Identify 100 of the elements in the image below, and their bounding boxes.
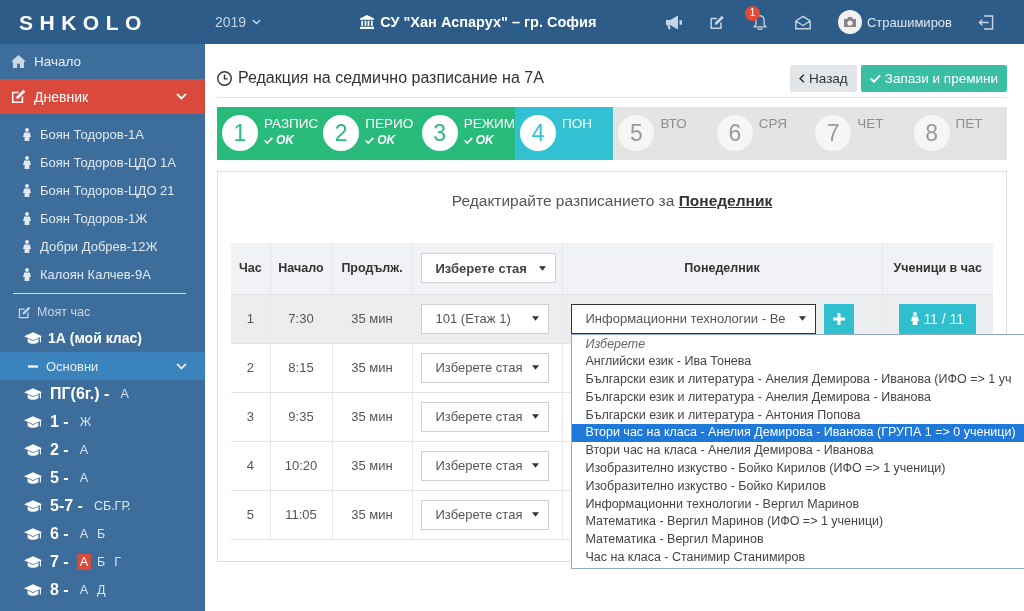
- school-name: СУ "Хан Аспарух" – гр. София: [380, 14, 597, 30]
- table-cell: 7:30: [270, 294, 332, 343]
- table-cell: 35 мин: [332, 490, 412, 539]
- user-name[interactable]: Страшимиров: [866, 14, 952, 30]
- check-icon: [264, 136, 273, 144]
- step-label: ПЕРИО: [365, 116, 414, 132]
- graduation-cap-icon: [24, 499, 42, 513]
- grade-label: 1 -: [50, 413, 69, 431]
- wizard-step[interactable]: 7 ЧЕТ: [810, 107, 909, 160]
- table-cell: 9:35: [270, 392, 332, 441]
- class-link[interactable]: СБ.ГР.: [90, 498, 134, 514]
- envelope-icon[interactable]: [794, 14, 811, 30]
- logo[interactable]: SHKOLO: [19, 11, 148, 33]
- dropdown-option[interactable]: Час на класа - Станимир Станимиров: [571, 549, 1024, 567]
- class-link[interactable]: Г: [111, 554, 124, 570]
- class-link[interactable]: А: [76, 526, 91, 542]
- caret-icon: [531, 512, 539, 517]
- class-link[interactable]: Б: [94, 554, 109, 570]
- dropdown-option[interactable]: Информационни технологии - Вергил Маринов: [571, 495, 1024, 514]
- class-link[interactable]: А: [117, 386, 132, 402]
- step-label: ЧЕТ: [857, 116, 884, 132]
- dropdown-option[interactable]: Изобразително изкуство - Бойко Кирилов (ИФО => 1 ученици): [571, 460, 1024, 478]
- dropdown-option[interactable]: Втори час на класа - Анелия Демирова - Иванова (ГРУПА 1 => 0 ученици): [571, 424, 1024, 443]
- dropdown-option[interactable]: Изберете: [571, 335, 1024, 354]
- avatar-icon[interactable]: [837, 10, 862, 34]
- student-link[interactable]: Боян Тодоров-1Ж: [0, 204, 205, 232]
- logout-icon[interactable]: [978, 14, 994, 30]
- step-status: OK: [377, 133, 396, 147]
- student-link[interactable]: Боян Тодоров-ЦДО 1А: [0, 148, 205, 176]
- year-selector[interactable]: 2019: [215, 14, 262, 30]
- step-label: ПОН: [562, 116, 593, 132]
- room-select[interactable]: Изберете стая: [420, 499, 549, 530]
- dropdown-option[interactable]: Математика - Вергил Маринов: [571, 531, 1024, 550]
- student-link[interactable]: Боян Тодоров-1А: [0, 120, 205, 148]
- dropdown-option[interactable]: Английски език - Ива Тонева: [571, 353, 1024, 372]
- room-select[interactable]: Изберете стая: [420, 352, 549, 383]
- step-label: ВТО: [660, 116, 687, 132]
- graduation-cap-icon: [24, 387, 42, 401]
- group-toggle[interactable]: Основни: [0, 352, 205, 380]
- chevron-down-icon: [176, 362, 187, 370]
- page-title: Редакция на седмично разписание на 7А: [238, 69, 544, 87]
- student-link[interactable]: Добри Добрев-12Ж: [0, 232, 205, 260]
- class-link[interactable]: Б: [94, 526, 109, 542]
- step-status: OK: [276, 133, 294, 147]
- wizard-step[interactable]: 1 РАЗПИС OK: [217, 107, 319, 160]
- room-filter-select[interactable]: Изберете стая: [420, 253, 556, 284]
- dropdown-option[interactable]: Математика - Вергил Маринов (ИФО => 1 ученици): [571, 513, 1024, 532]
- column-header: Ученици в час: [882, 243, 993, 294]
- caret-icon: [531, 414, 539, 419]
- person-icon: [23, 183, 31, 197]
- class-link[interactable]: Ж: [76, 414, 95, 430]
- step-label: РЕЖИМ: [463, 116, 516, 132]
- nav-item[interactable]: Начало: [0, 44, 205, 79]
- grade-label: 8 -: [50, 581, 69, 599]
- chevron-down-icon: [252, 19, 262, 25]
- class-link[interactable]: А: [76, 442, 91, 458]
- check-icon: [869, 73, 881, 83]
- column-header: Час: [231, 243, 270, 294]
- back-button[interactable]: Назад: [790, 64, 857, 92]
- step-number: 1: [222, 115, 258, 151]
- wizard-step[interactable]: 2 ПЕРИО OK: [318, 107, 417, 160]
- wizard-step[interactable]: 5 ВТО: [613, 107, 712, 160]
- wizard-step[interactable]: 8 ПЕТ: [908, 107, 1007, 160]
- caret-icon: [531, 365, 539, 370]
- grade-label: 2 -: [50, 441, 69, 459]
- home-icon: [11, 55, 26, 68]
- bell-icon[interactable]: [751, 14, 768, 30]
- wizard-step[interactable]: 3 РЕЖИМ OK: [416, 107, 516, 160]
- student-link[interactable]: Калоян Калчев-9А: [0, 260, 205, 288]
- class-link[interactable]: А: [76, 582, 91, 598]
- dropdown-option[interactable]: Български език и литература - Антония Попова: [571, 406, 1024, 425]
- table-cell: 3: [231, 392, 270, 441]
- student-link[interactable]: Боян Тодоров-ЦДО 21: [0, 176, 205, 204]
- table-cell: 35 мин: [332, 441, 412, 490]
- room-select[interactable]: Изберете стая: [420, 401, 549, 432]
- step-label: РАЗПИС: [264, 116, 319, 132]
- wizard-step[interactable]: 6 СРЯ: [711, 107, 811, 160]
- dropdown-option[interactable]: Български език и литература - Анелия Демирова - Иванова (ИФО => 1 уч: [571, 371, 1024, 389]
- grade-label: 5 -: [50, 469, 69, 487]
- nav-item[interactable]: Моят час: [0, 300, 205, 324]
- dropdown-option[interactable]: Български език и литература - Анелия Демирова - Иванова: [571, 388, 1024, 407]
- schedule-heading: Редактирайте разписанието за Понеделник: [451, 192, 773, 209]
- dropdown-option[interactable]: Изобразително изкуство - Бойко Кирилов: [571, 477, 1024, 496]
- column-header: Продълж.: [332, 243, 412, 294]
- graduation-cap-icon: [24, 443, 42, 457]
- grade-label: 6 -: [50, 525, 69, 543]
- class-link[interactable]: Д: [94, 582, 109, 598]
- room-select[interactable]: 101 (Етаж 1): [420, 303, 549, 334]
- dropdown-option[interactable]: Втори час на класа - Анелия Демирова - Иванова: [571, 442, 1024, 461]
- table-cell: 11:05: [270, 490, 332, 539]
- megaphone-icon[interactable]: [665, 14, 682, 30]
- room-select[interactable]: Изберете стая: [420, 450, 549, 481]
- class-link[interactable]: 1А (мой клас): [0, 324, 205, 352]
- class-link[interactable]: А: [76, 470, 91, 486]
- plus-icon: [832, 312, 845, 325]
- class-link[interactable]: А: [76, 554, 91, 570]
- nav-item[interactable]: Дневник: [0, 79, 205, 114]
- subject-select[interactable]: Информационни технологии - Ве: [570, 303, 816, 334]
- edit-icon[interactable]: [708, 14, 725, 30]
- save-button[interactable]: Запази и премини: [860, 64, 1007, 92]
